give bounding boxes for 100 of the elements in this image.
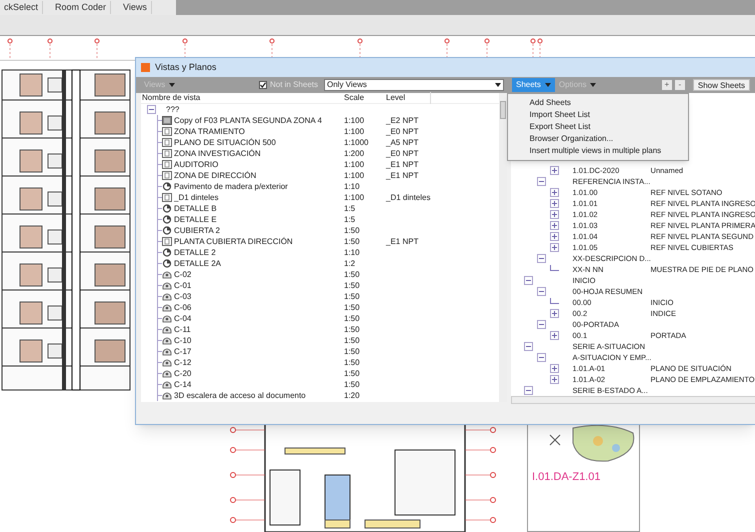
view-name[interactable]: C-06: [174, 302, 192, 314]
expand-icon[interactable]: [550, 210, 559, 219]
caret-icon: [169, 83, 176, 88]
view-name[interactable]: C-12: [174, 356, 192, 368]
check-icon: [260, 82, 266, 88]
tree-item[interactable]: ???: [166, 104, 180, 116]
view-name[interactable]: C-02: [174, 268, 192, 280]
scale-cell-text: 1:50: [344, 224, 361, 236]
sheets-menu[interactable]: Sheets: [512, 78, 555, 92]
caret-icon: [544, 83, 551, 88]
view-name[interactable]: Copy of F03 PLANTA SEGUNDA ZONA 4: [174, 114, 322, 126]
show-sheets-button[interactable]: Show Sheets: [692, 79, 750, 92]
view-name[interactable]: C-01: [174, 280, 192, 292]
scale-cell-text: 1:50: [344, 312, 361, 324]
scale-cell-text: 1:50: [344, 334, 361, 346]
menu-item[interactable]: Insert multiple views in multiple plans: [508, 145, 688, 157]
checkbox-label: Not in Sheets: [270, 79, 318, 92]
level-cell: _E1 NPT: [386, 158, 418, 170]
menu-item[interactable]: Import Sheet List: [508, 109, 688, 121]
elevation-icon: [162, 391, 172, 400]
scale-cell-text: 1:50: [344, 324, 361, 336]
elevation-icon: [162, 369, 172, 378]
scale-cell-text: 1:100: [344, 158, 366, 170]
scale-cell-text: 1:2: [344, 258, 356, 270]
scale-cell-text: 1:100: [344, 170, 366, 182]
add-button[interactable]: +: [662, 80, 672, 90]
view-name[interactable]: C-04: [174, 312, 192, 324]
elevation-icon: [162, 347, 172, 356]
level-cell: _A5 NPT: [386, 136, 418, 148]
view-name[interactable]: DETALLE 2A: [174, 258, 221, 270]
view-name[interactable]: C-17: [174, 346, 192, 358]
caret-icon: [590, 83, 596, 88]
expand-icon[interactable]: [550, 232, 559, 241]
expand-icon[interactable]: [550, 199, 559, 208]
collapse-icon[interactable]: [536, 177, 546, 186]
view-name[interactable]: CUBIERTA 2: [174, 224, 220, 236]
view-name[interactable]: Pavimento de madera p/exterior: [174, 180, 288, 192]
view-name[interactable]: ZONA DE DIRECCIÓN: [174, 170, 256, 182]
filter-dropdown[interactable]: Only Views: [324, 79, 504, 92]
level-cell: _E0 NPT: [386, 148, 418, 160]
scale-cell-text: 1:50: [344, 280, 361, 292]
view-name[interactable]: C-14: [174, 378, 192, 390]
column-header[interactable]: Nombre de vista: [142, 92, 344, 104]
remove-button[interactable]: -: [674, 80, 685, 90]
collapse-icon[interactable]: [536, 287, 546, 296]
view-name[interactable]: ZONA INVESTIGACIÓN: [174, 148, 261, 160]
view-name[interactable]: C-11: [174, 324, 191, 336]
menu-item[interactable]: Browser Organization...: [508, 133, 688, 145]
scale-cell-text: 1:200: [344, 148, 366, 160]
scale-cell-text: 1:10: [344, 180, 361, 192]
scale-cell-text: 1:50: [344, 368, 361, 380]
view-name[interactable]: PLANO DE SITUACIÓN 500: [174, 136, 276, 148]
collapse-icon[interactable]: [524, 386, 533, 395]
scale-cell-text: 1:50: [344, 268, 361, 280]
plan-icon: [162, 237, 172, 246]
view-name[interactable]: ZONA TRAMIENTO: [174, 126, 245, 138]
expand-icon[interactable]: [550, 309, 559, 318]
view-name[interactable]: _D1 dinteles: [174, 192, 218, 204]
view-name[interactable]: DETALLE B: [174, 202, 217, 214]
horizontal-scrollbar[interactable]: [510, 396, 755, 404]
view-name[interactable]: 3D escalera de acceso al documento: [174, 390, 306, 402]
menu-item[interactable]: Add Sheets: [508, 97, 688, 109]
expand-icon[interactable]: [550, 375, 559, 384]
elevation-icon: [162, 281, 172, 290]
elevation-icon: [162, 314, 172, 323]
elevation-icon: [162, 358, 172, 367]
view-name[interactable]: DETALLE 2: [174, 246, 216, 258]
collapse-icon[interactable]: [524, 342, 533, 351]
view-name[interactable]: AUDITORIO: [174, 158, 218, 170]
view-name[interactable]: C-20: [174, 368, 192, 380]
column-header[interactable]: Scale: [344, 92, 386, 104]
expand-icon[interactable]: [550, 166, 559, 175]
expand-icon[interactable]: [550, 188, 559, 197]
detail-icon: [162, 259, 172, 268]
column-header[interactable]: Level: [386, 92, 431, 104]
elevation-icon: [162, 336, 172, 345]
collapse-icon[interactable]: [524, 276, 533, 285]
scale-cell-text: 1:100: [344, 114, 366, 126]
scale-cell-text: 1:50: [344, 236, 361, 248]
collapse-icon[interactable]: [536, 353, 546, 362]
view-name[interactable]: C-03: [174, 290, 192, 302]
scale-cell-text: 1:100: [344, 126, 366, 138]
collapse-icon[interactable]: [536, 320, 546, 329]
collapse-icon[interactable]: [147, 105, 156, 114]
detail-icon: [162, 248, 172, 257]
view-name[interactable]: C-10: [174, 334, 192, 346]
checkbox[interactable]: [258, 81, 267, 90]
expand-icon[interactable]: [550, 243, 559, 252]
expand-icon[interactable]: [550, 331, 559, 340]
collapse-icon[interactable]: [536, 254, 546, 263]
level-cell: _E1 NPT: [386, 170, 418, 182]
ribbon-tab[interactable]: Views: [119, 0, 152, 14]
menu-item[interactable]: Export Sheet List: [508, 121, 688, 133]
ribbon-tab[interactable]: ckSelect: [0, 0, 44, 14]
ribbon-tab[interactable]: Room Coder: [51, 0, 112, 14]
view-name[interactable]: PLANTA CUBIERTA DIRECCIÓN: [174, 236, 293, 248]
scale-cell-text: 1:50: [344, 356, 361, 368]
expand-icon[interactable]: [550, 364, 559, 373]
view-name[interactable]: DETALLE E: [174, 214, 217, 226]
expand-icon[interactable]: [550, 221, 559, 230]
